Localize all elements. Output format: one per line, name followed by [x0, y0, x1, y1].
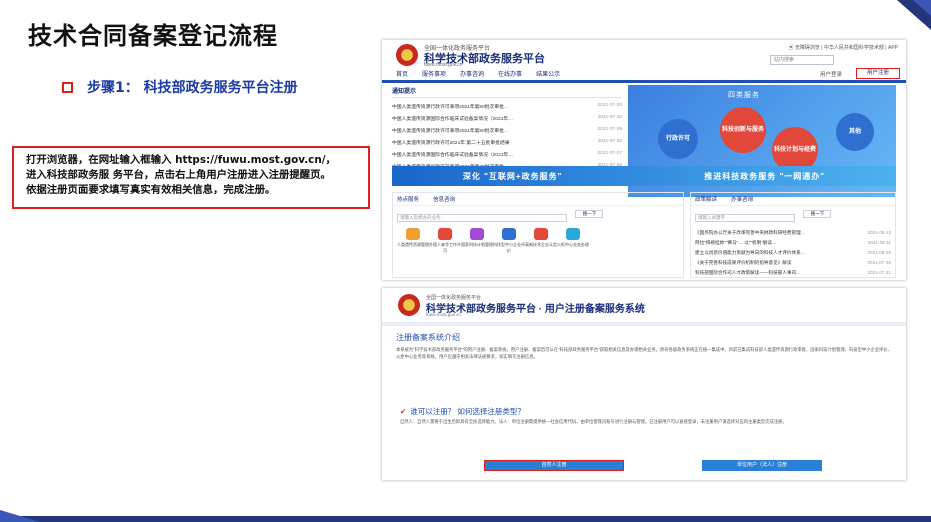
service-tile[interactable]: 外国人来华工作许可 — [429, 228, 461, 258]
portal-header: 全国一体化政务服务平台 科学技术部政务服务平台 fuwu.most.gov.cn… — [382, 40, 906, 68]
instruction-box: 打开浏览器，在网址输入框输入 https://fuwu.most.gov.cn/… — [12, 146, 370, 209]
banner-title: 四类服务 — [728, 92, 760, 99]
notice-item[interactable]: 中国人类遗传资源行政许可事项2021年第50批次审批… 2021-07-30 — [392, 103, 622, 110]
national-emblem-icon — [396, 44, 418, 66]
bottom-decoration — [0, 510, 931, 522]
notice-item[interactable]: 中国人类遗传资源行政许可2021年 第二十五批审批结果 2021-07-28 — [392, 139, 622, 146]
nav-item-home[interactable]: 首页 — [396, 69, 408, 80]
main-nav: 首页 服务事项 办事咨询 在线办事 结果公示 — [382, 69, 812, 80]
portal-homepage-screenshot: 全国一体化政务服务平台 科学技术部政务服务平台 fuwu.most.gov.cn… — [382, 40, 906, 280]
registration-header: 全国一体化政务服务平台 科学技术部政务服务平台 · 用户注册备案服务系统 fuw… — [382, 288, 906, 318]
corner-decoration — [897, 0, 931, 30]
notice-item[interactable]: 中国人类遗传资源行政许可事项2021年第50批次审批… 2021-07-29 — [392, 127, 622, 134]
banner-item[interactable]: 科技创新与服务 — [720, 107, 766, 153]
service-tiles: 人类遗传资源管理 外国人来华工作许可 国家科技计划管理 科技型中小企业评价 高新… — [393, 226, 683, 260]
instruction-line: 进入科技部政务服 务平台，点击右上角用户注册进入注册提醒页。 — [26, 169, 331, 181]
question-heading: 谁可以注册？ 如何选择注册类型？ — [400, 406, 525, 417]
nav-item-consult[interactable]: 办事咨询 — [460, 69, 484, 80]
notice-heading: 通知提示 — [392, 86, 622, 98]
natural-person-register-button[interactable]: 自然人注册 — [484, 460, 624, 471]
policy-consult-tab[interactable]: 办事咨询 — [731, 195, 753, 203]
policy-search-input[interactable]: 请输入关键字… — [695, 214, 795, 222]
instruction-line: 依据注册页面要求填写真实有效相关信息，完成注册。 — [26, 184, 276, 196]
service-tile[interactable]: 人类遗传资源管理 — [397, 228, 429, 258]
banner-item[interactable]: 其他 — [836, 113, 874, 151]
search-input[interactable]: 站内搜索 — [770, 55, 834, 65]
header-divider — [382, 322, 906, 326]
answer-paragraph: 自然人：自然人需要于出生后即具有全民选择能力。法人：单位注册需提供统一社会信用代… — [400, 419, 787, 424]
section-title: 注册备案系统介绍 — [396, 333, 460, 342]
nav-item-results[interactable]: 结果公示 — [536, 69, 560, 80]
hot-search-button[interactable]: 搜一下 — [575, 210, 604, 218]
policy-item[interactable]: 建立以创新价值能力贡献为导向的科技人才评价体系… 2021-08-05 — [695, 250, 891, 256]
intro-paragraph: 本系统为"科学技术部政务服务平台"的用户注册、备案系统。用户注册、备案后可以在"… — [396, 347, 892, 359]
portal-url: fuwu.most.gov.cn — [424, 62, 463, 68]
notice-item[interactable]: 中国人类遗传资源国际合作临床试验备案情况（2021年… 2021-07-27 — [392, 151, 622, 158]
hot-search-input[interactable]: 请输入您想办的业务… — [397, 214, 567, 222]
policy-item[interactable]: 《国务院办公厅关于改革完善中央财政科研经费管理… 2021-08-13 — [695, 230, 891, 236]
step-label: 步骤1： 科技部政务服务平台注册 — [87, 80, 298, 96]
policy-item[interactable]: 阿拉"揭榜挂帅""赛马"… 以""机制"解读… 2021-08-11 — [695, 240, 891, 246]
notice-item[interactable]: 中国人类遗传资源国际合作临床试验备案情况（2021年… 2021-07-30 — [392, 115, 622, 122]
policy-panel: 政策解读 办事咨询 请输入关键字… 搜一下 《国务院办公厅关于改革完善中央财政科… — [690, 192, 896, 278]
login-link[interactable]: 用户登录 — [820, 70, 842, 78]
policy-tab[interactable]: 政策解读 — [695, 195, 717, 203]
info-consult-tab[interactable]: 信息咨询 — [433, 195, 455, 203]
step-heading: 步骤1： 科技部政务服务平台注册 — [62, 77, 298, 97]
hot-services-panel: 热点服务 信息咨询 请输入您想办的业务… 搜一下 人类遗传资源管理 外国人来华工… — [392, 192, 684, 278]
nav-item-services[interactable]: 服务事项 — [422, 69, 446, 80]
slogan-left: 深化 "互联网+政务服务" — [462, 171, 563, 181]
banner-item[interactable]: 行政许可 — [658, 119, 698, 159]
service-tile[interactable]: 高新技术企业认定 — [525, 228, 557, 258]
policy-item[interactable]: 《关于完善科技成果评价机制的指导意见》解读 2021-07-26 — [695, 260, 891, 266]
slogan-strip: 深化 "互联网+政务服务" 推进科技政务服务 "一网通办" — [392, 166, 896, 186]
slide-title: 技术合同备案登记流程 — [28, 22, 278, 50]
slogan-right: 推进科技政务服务 "一网通办" — [704, 171, 826, 181]
registration-url: fuwu.most.gov.cn — [426, 312, 461, 317]
service-tile[interactable]: 科技型中小企业评价 — [493, 228, 525, 258]
registration-page-screenshot: 全国一体化政务服务平台 科学技术部政务服务平台 · 用户注册备案服务系统 fuw… — [382, 288, 906, 480]
national-emblem-icon — [398, 294, 420, 316]
nav-bar-line — [382, 80, 906, 83]
policy-search-button[interactable]: 搜一下 — [803, 210, 832, 218]
top-links[interactable]: ▣ 无障碍浏览 | 中华人民共和国科学技术部 | APP — [788, 44, 898, 51]
service-tile[interactable]: 国家科技计划管理 — [461, 228, 493, 258]
register-button[interactable]: 用户注册 — [856, 68, 900, 79]
service-tile[interactable]: 火炬中心业务办理 — [557, 228, 589, 258]
nav-item-online[interactable]: 在线办事 — [498, 69, 522, 80]
step-bullet-icon — [62, 81, 73, 93]
instruction-line: 打开浏览器，在网址输入框输入 https://fuwu.most.gov.cn/… — [26, 154, 336, 166]
hot-services-tab[interactable]: 热点服务 — [397, 195, 419, 203]
policy-item[interactable]: 科技部国际合作司人才政策解读——科技部人事司… 2021-07-21 — [695, 270, 891, 276]
organization-register-button[interactable]: 单位用户（法人）注册 — [702, 460, 822, 471]
